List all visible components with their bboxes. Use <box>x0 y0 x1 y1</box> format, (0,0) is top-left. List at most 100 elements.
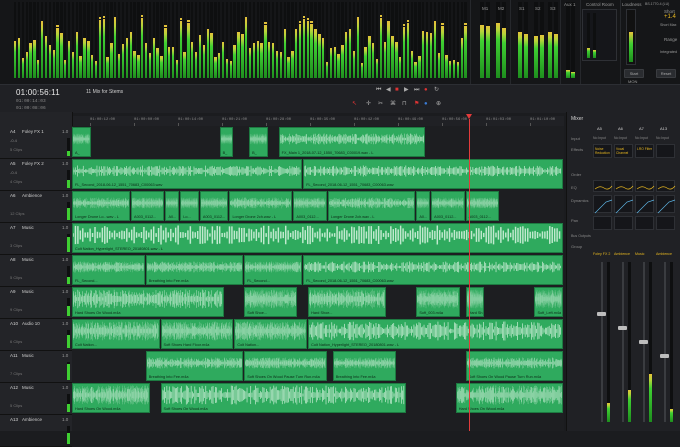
track-lane-a8[interactable]: FL_Second... Breathing Into Fee.m4a FL_Sec… <box>72 254 564 287</box>
track-lane-a12[interactable]: Hard Shoes On Wood.m4a Soft Shoes On Wood… <box>72 382 564 415</box>
track-lane-a7[interactable]: Colt Nation_Hyperlight_STEREO_20180801.w… <box>72 222 564 255</box>
audio-clip[interactable]: Soft Shoes Hard Floor.m4a <box>160 319 234 349</box>
track-name[interactable]: Music <box>22 385 34 390</box>
track-header-a11[interactable]: A11 Music 1.0 7 Clips <box>0 350 72 383</box>
audio-clip[interactable]: Breathing Into Fee.m4a <box>145 255 244 285</box>
audio-clip[interactable]: Colt Nation_Hyperlight_STEREO_20180801.w… <box>308 319 563 349</box>
mixer-pan-control[interactable] <box>614 216 633 230</box>
audio-clip[interactable]: B_ <box>219 127 234 157</box>
mixer-input-value[interactable]: No Input <box>614 136 627 140</box>
mixer-fader-cap[interactable] <box>639 340 648 344</box>
audio-clip[interactable]: FL_Second_2018-06-12_1551_70683_C00063.w… <box>303 159 563 189</box>
audio-clip[interactable]: Hard Shoes On Wood.m4a <box>455 383 563 413</box>
mixer-eq-graph[interactable] <box>614 180 634 192</box>
track-header-a5[interactable]: A5 Foley FX 2 1.0 -0.4 4 Clips <box>0 158 72 191</box>
mixer-effects-slot[interactable] <box>656 144 675 158</box>
mixer-fader-track[interactable] <box>664 262 666 422</box>
timeline-lanes[interactable]: A_ B_ B_ FX_Main 1_2018-07-12_1550_70683_C0… <box>72 126 564 431</box>
track-volume[interactable]: 1.0 <box>62 129 68 134</box>
track-header-a8[interactable]: A8 Music 1.0 5 Clips <box>0 254 72 287</box>
audio-clip[interactable]: A003_0112... <box>199 191 229 221</box>
mixer-eq-graph[interactable] <box>593 180 613 192</box>
mixer-input-value[interactable]: No Input <box>593 136 606 140</box>
audio-clip[interactable]: Colt Nation... <box>234 319 308 349</box>
snap-icon[interactable]: ⊓ <box>402 100 407 108</box>
track-name[interactable]: Music <box>22 289 34 294</box>
loudness-reset-button[interactable]: Reset <box>656 69 676 78</box>
audio-clip[interactable]: Soft Shoes On Wood Pause Turn Run.m4a <box>465 351 563 381</box>
track-header-a4[interactable]: A4 Foley FX 1 1.0 -0.4 5 Clips <box>0 126 72 159</box>
mixer-dynamics-graph[interactable] <box>593 195 613 214</box>
track-header-a10[interactable]: A10 Audio 10 1.0 6 Clips <box>0 318 72 351</box>
audio-clip[interactable]: Longer Drone Lo...wav - L <box>72 191 131 221</box>
audio-clip[interactable]: FL_Second... <box>244 255 303 285</box>
track-name[interactable]: Ambience <box>22 417 42 422</box>
mixer-pan-control[interactable] <box>635 216 654 230</box>
audio-clip[interactable]: A003_0112... <box>131 191 165 221</box>
mixer-dynamics-graph[interactable] <box>635 195 655 214</box>
mixer-input-value[interactable]: No Input <box>635 136 648 140</box>
track-volume[interactable]: 1.0 <box>62 161 68 166</box>
audio-clip[interactable]: Colt Nation... <box>72 319 160 349</box>
record-icon[interactable]: ● <box>424 86 428 94</box>
audio-clip[interactable]: FL_Second_2018-06-12_1551_70683_C00063.w… <box>303 255 563 285</box>
mixer-fader-track[interactable] <box>601 262 603 422</box>
track-name[interactable]: Music <box>22 225 34 230</box>
track-lane-a6[interactable]: Longer Drone Lo...wav - L A003_0112... A0.… <box>72 190 564 223</box>
mixer-dynamics-graph[interactable] <box>614 195 634 214</box>
track-volume[interactable]: 1.0 <box>62 289 68 294</box>
track-volume[interactable]: 1.0 <box>62 417 68 422</box>
audio-clip[interactable]: A_ <box>72 127 91 157</box>
track-volume[interactable]: 1.0 <box>62 385 68 390</box>
audio-clip[interactable]: Lo... <box>180 191 199 221</box>
mixer-pan-control[interactable] <box>656 216 675 230</box>
audio-clip[interactable]: FL_Second_2018-06-12_1551_70683_C00063.w… <box>72 159 303 189</box>
fast-forward-icon[interactable]: ⏭ <box>414 86 419 94</box>
track-name[interactable]: Foley FX 1 <box>22 129 44 134</box>
track-name[interactable]: Audio 10 <box>22 321 40 326</box>
track-name[interactable]: Music <box>22 353 34 358</box>
track-lane-a11[interactable]: Breathing Into Fee.m4a Soft Shoes On Wood… <box>72 350 564 383</box>
mixer-effects-slot[interactable]: Vocal Channel <box>614 144 633 158</box>
track-volume[interactable]: 1.0 <box>62 193 68 198</box>
loop-icon[interactable]: ↻ <box>434 86 439 94</box>
mixer-pan-control[interactable] <box>593 216 612 230</box>
mixer-fader-cap[interactable] <box>618 326 627 330</box>
audio-clip[interactable]: Hard Shoes On Wood.m4a <box>72 383 150 413</box>
track-lane-a5[interactable]: FL_Second_2018-06-12_1551_70683_C00063.w… <box>72 158 564 191</box>
audio-clip[interactable]: Hard Shoes On Wood.m4a <box>72 287 224 317</box>
rewind-icon[interactable]: ⏮ <box>376 86 381 94</box>
mixer-input-value[interactable]: No Input <box>656 136 669 140</box>
stop-icon[interactable]: ■ <box>395 86 399 94</box>
audio-clip[interactable]: B_ <box>249 127 268 157</box>
audio-clip[interactable]: Breathing Into Fee.m4a <box>332 351 396 381</box>
mixer-fader-cap[interactable] <box>660 354 669 358</box>
track-volume[interactable]: 1.0 <box>62 225 68 230</box>
range-tool-icon[interactable]: ✛ <box>366 100 371 108</box>
flag-icon[interactable]: ⚑ <box>414 100 419 108</box>
audio-clip[interactable]: Soft_Left.m4a <box>534 287 563 317</box>
mixer-fader-track[interactable] <box>622 262 624 422</box>
audio-clip[interactable]: A0... <box>416 191 431 221</box>
track-lane-a13[interactable] <box>72 414 564 431</box>
audio-clip[interactable]: A003_0112... <box>431 191 465 221</box>
audio-clip[interactable]: Soft Shoes On Wood Pause Turn Run.m4a <box>244 351 327 381</box>
mixer-effects-slot[interactable]: Noise Reduction <box>593 144 612 158</box>
timeline-name-dropdown[interactable]: 11 Mix for Stems <box>86 89 123 95</box>
reverse-play-icon[interactable]: ◀ <box>386 86 391 94</box>
mixer-eq-graph[interactable] <box>656 180 676 192</box>
blade-tool-icon[interactable]: ✂ <box>378 100 383 108</box>
track-header-a9[interactable]: A9 Music 1.0 9 Clips <box>0 286 72 319</box>
mixer-dynamics-graph[interactable] <box>656 195 676 214</box>
track-lane-a9[interactable]: Hard Shoes On Wood.m4a Soft Shoe... Hard S… <box>72 286 564 319</box>
marker-icon[interactable]: ● <box>424 100 428 108</box>
selection-tool-icon[interactable]: ↖ <box>352 100 357 108</box>
track-name[interactable]: Foley FX 2 <box>22 161 44 166</box>
mixer-effects-slot[interactable]: LRO Filter <box>635 144 654 158</box>
audio-clip[interactable]: Breathing Into Fee.m4a <box>145 351 244 381</box>
track-header-a7[interactable]: A7 Music 1.0 3 Clips <box>0 222 72 255</box>
audio-clip[interactable]: Colt Nation_Hyperlight_STEREO_20180801.w… <box>72 223 563 253</box>
track-lane-a4[interactable]: A_ B_ B_ FX_Main 1_2018-07-12_1550_70683_C0… <box>72 126 564 159</box>
track-header-a12[interactable]: A12 Music 1.0 5 Clips <box>0 382 72 415</box>
audio-clip[interactable]: Soft Shoe... <box>244 287 298 317</box>
